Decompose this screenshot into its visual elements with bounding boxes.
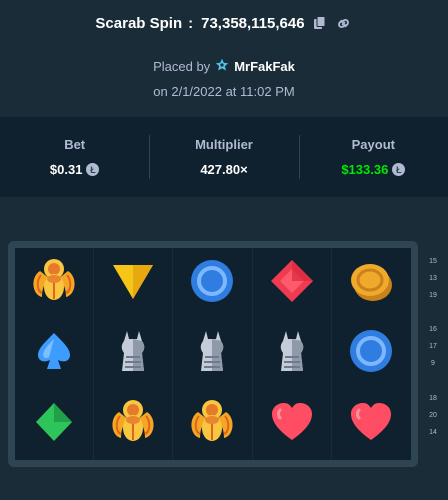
game-name: Scarab Spin <box>95 14 183 32</box>
blue-circle-icon <box>188 257 236 310</box>
reel-cell <box>332 248 411 319</box>
red-heart-icon <box>347 398 395 451</box>
payline-number: 20 <box>429 412 437 419</box>
payout-value-row: $133.36 Ł <box>341 162 406 177</box>
cat-statue-icon <box>188 327 236 380</box>
reel-cell <box>253 248 332 319</box>
red-diamond-icon <box>268 257 316 310</box>
bet-stats-panel: Bet $0.31 Ł Multiplier 427.80× Payout $1… <box>0 117 448 197</box>
reel-cell <box>253 389 332 460</box>
reels-board <box>8 241 418 467</box>
placed-prefix: Placed by <box>153 59 211 74</box>
reel-cell <box>15 248 95 319</box>
red-heart-icon <box>268 398 316 451</box>
gold-coin-icon <box>347 257 395 310</box>
payout-label: Payout <box>351 137 395 152</box>
payline-number: 18 <box>429 395 437 402</box>
scarab-icon <box>188 398 236 451</box>
reels-grid <box>15 248 411 460</box>
username-link[interactable]: MrFakFak <box>234 59 295 74</box>
reel-cell <box>253 318 332 390</box>
green-diamond-icon <box>30 398 78 451</box>
vip-star-icon <box>215 58 229 75</box>
payout-stat: Payout $133.36 Ł <box>298 117 448 197</box>
litecoin-icon: Ł <box>86 163 100 176</box>
litecoin-icon: Ł <box>392 163 406 176</box>
payline-number: 9 <box>431 360 435 367</box>
bet-date: on 2/1/2022 at 11:02 PM <box>153 84 295 99</box>
blue-circle-icon <box>347 327 395 380</box>
payline-number: 16 <box>429 326 437 333</box>
payline-number: 13 <box>429 275 437 282</box>
multiplier-label: Multiplier <box>195 137 253 152</box>
blue-spade-icon <box>30 327 78 380</box>
reel-cell <box>94 389 174 460</box>
scarab-icon <box>109 398 157 451</box>
payline-number: 15 <box>429 258 437 265</box>
cat-statue-icon <box>109 327 157 380</box>
copy-icon[interactable] <box>311 14 329 32</box>
payline-number: 17 <box>429 343 437 350</box>
reel-cell <box>173 318 253 390</box>
reel-cell <box>173 389 253 460</box>
bet-title: Scarab Spin: 73,358,115,646 <box>0 14 448 32</box>
scarab-icon <box>30 257 78 310</box>
bet-id: 73,358,115,646 <box>201 14 305 32</box>
reel-cell <box>15 389 95 460</box>
reel-cell <box>332 389 411 460</box>
bet-value-row: $0.31 Ł <box>50 162 100 177</box>
bet-label: Bet <box>64 137 86 152</box>
payout-value: $133.36 <box>341 162 389 177</box>
placed-by: Placed by MrFakFak <box>0 58 448 75</box>
yellow-triangle-icon <box>109 257 157 310</box>
reel-cell <box>15 318 95 390</box>
bet-stat: Bet $0.31 Ł <box>0 117 149 197</box>
reel-cell <box>94 248 174 319</box>
bet-value: $0.31 <box>49 162 83 177</box>
payline-number: 19 <box>429 292 437 299</box>
reel-cell <box>173 248 253 319</box>
multiplier-stat: Multiplier 427.80× <box>149 117 298 197</box>
multiplier-value: 427.80× <box>200 162 248 177</box>
cat-statue-icon <box>268 327 316 380</box>
link-icon[interactable] <box>335 14 353 32</box>
reel-cell <box>332 319 411 390</box>
payline-number: 14 <box>429 429 437 436</box>
reel-cell <box>94 318 174 390</box>
